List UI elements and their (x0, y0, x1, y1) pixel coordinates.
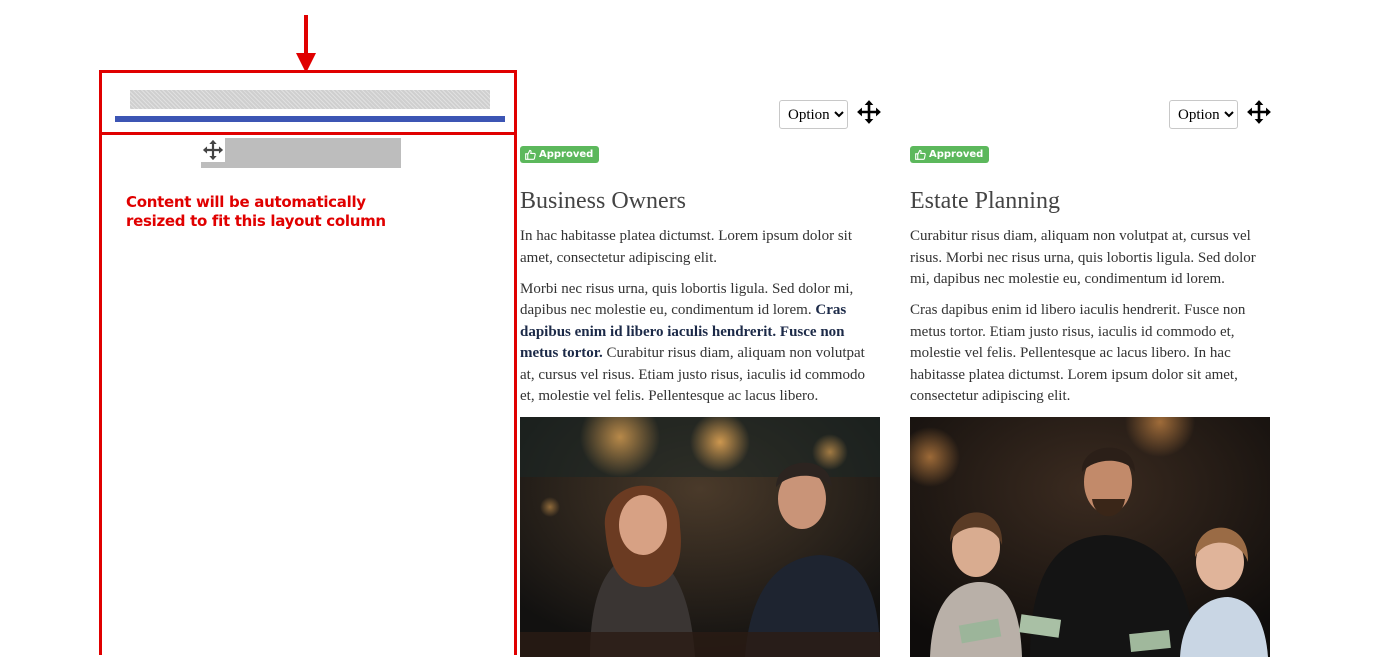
move-icon[interactable] (201, 138, 225, 162)
drop-placeholder[interactable] (130, 90, 490, 109)
thumbs-up-icon (915, 149, 926, 160)
arrow-down-icon (296, 15, 316, 73)
options-dropdown[interactable]: Options (1169, 100, 1238, 129)
status-badge: Approved (520, 146, 600, 163)
move-icon[interactable] (856, 99, 882, 125)
note-line-2: resized to fit this layout column (126, 212, 386, 230)
layout-column-note: Content will be automatically resized to… (126, 193, 426, 231)
status-badge: Approved (910, 146, 990, 163)
paragraph: Curabitur risus diam, aliquam non volutp… (910, 228, 1256, 287)
paragraph: Cras dapibus enim id libero iaculis hend… (910, 302, 1246, 404)
move-icon[interactable] (1246, 99, 1272, 125)
options-dropdown[interactable]: Options (779, 100, 848, 129)
card-title: Business Owners (520, 188, 686, 214)
card-photo (910, 417, 1270, 657)
badge-label: Approved (929, 149, 984, 160)
card-body: In hac habitasse platea dictumst. Lorem … (520, 226, 870, 417)
drag-ghost[interactable] (201, 138, 401, 168)
card-title: Estate Planning (910, 188, 1060, 214)
card-body: Curabitur risus diam, aliquam non volutp… (910, 226, 1260, 417)
paragraph: In hac habitasse platea dictumst. Lorem … (520, 228, 853, 266)
father-children-photo (910, 417, 1270, 657)
card-photo (520, 417, 880, 657)
note-line-1: Content will be automatically (126, 193, 366, 211)
thumbs-up-icon (525, 149, 536, 160)
badge-label: Approved (539, 149, 594, 160)
paragraph: Morbi nec risus urna, quis lobortis ligu… (520, 279, 870, 408)
restaurant-couple-photo (520, 417, 880, 657)
text-run: Morbi nec risus urna, quis lobortis ligu… (520, 280, 854, 319)
drop-indicator-bar (115, 116, 505, 122)
